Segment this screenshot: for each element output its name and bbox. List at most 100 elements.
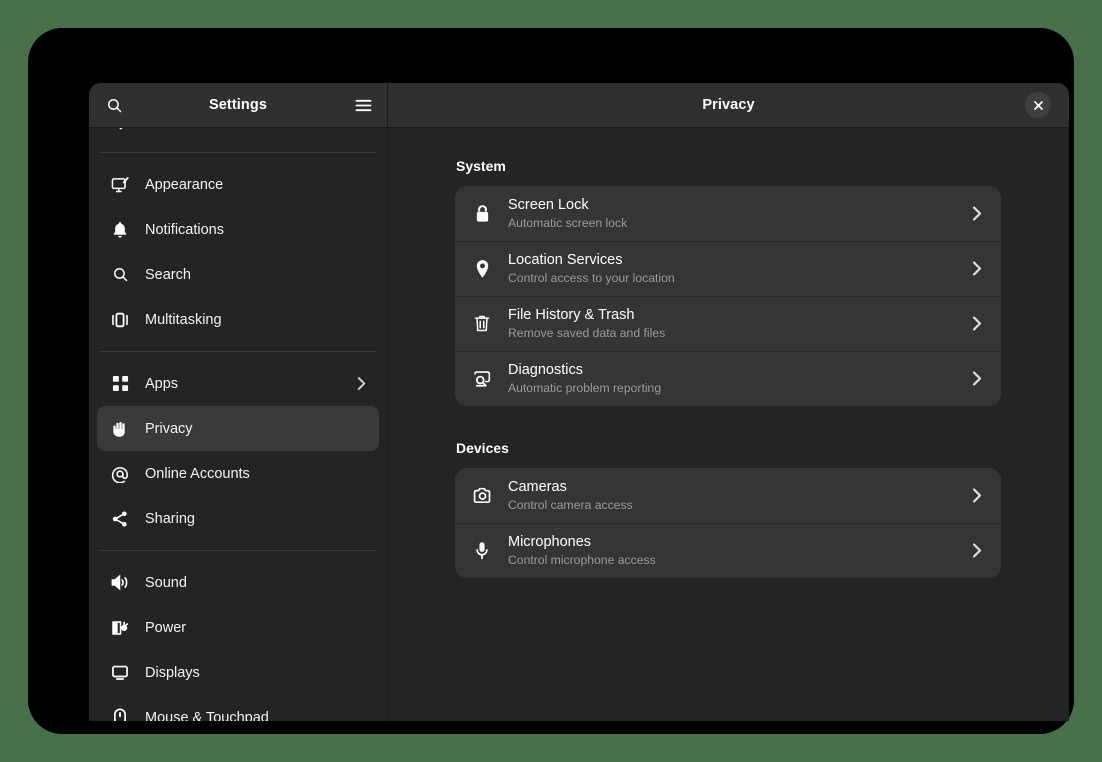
chevron-right-icon	[971, 314, 983, 333]
chevron-right-icon	[971, 369, 983, 388]
chevron-right-icon	[971, 204, 983, 223]
sidebar-item-label: Displays	[145, 665, 200, 681]
search-icon[interactable]	[99, 90, 129, 120]
row-title: Microphones	[508, 533, 971, 551]
row-text: Screen Lock Automatic screen lock	[508, 196, 971, 231]
sidebar-item-label: Appearance	[145, 177, 223, 193]
sidebar-item-label: Power	[145, 620, 186, 636]
bell-icon	[107, 221, 133, 239]
sidebar-item-sound[interactable]: Sound	[97, 560, 379, 605]
sidebar-item-sharing[interactable]: Sharing	[97, 496, 379, 541]
row-subtitle: Automatic problem reporting	[508, 380, 971, 396]
sidebar-item-notifications[interactable]: Notifications	[97, 207, 379, 252]
sidebar-item-apps[interactable]: Apps	[97, 361, 379, 406]
sidebar-item-online-accounts[interactable]: Online Accounts	[97, 451, 379, 496]
settings-window: Settings Privacy	[89, 83, 1069, 721]
row-location-services[interactable]: Location Services Control access to your…	[455, 241, 1001, 296]
desktop-frame: Settings Privacy	[28, 28, 1074, 734]
monitor-icon	[107, 664, 133, 681]
search-icon	[107, 266, 133, 283]
sidebar-separator	[99, 152, 377, 153]
sidebar-item-label: Apps	[145, 376, 178, 392]
location-pin-icon	[467, 259, 497, 278]
appearance-icon	[107, 176, 133, 194]
sidebar-item-label: Search	[145, 267, 191, 283]
sidebar: Bluetooth Appearan	[89, 128, 388, 721]
sidebar-item-label: Mouse & Touchpad	[145, 710, 269, 722]
row-subtitle: Remove saved data and files	[508, 325, 971, 341]
close-icon[interactable]	[1025, 92, 1051, 118]
chevron-right-icon	[971, 541, 983, 560]
sidebar-item-label: Bluetooth	[145, 128, 206, 129]
row-subtitle: Control camera access	[508, 497, 971, 513]
sidebar-item-displays[interactable]: Displays	[97, 650, 379, 695]
sidebar-item-bluetooth[interactable]: Bluetooth	[97, 128, 379, 143]
row-diagnostics[interactable]: Diagnostics Automatic problem reporting	[455, 351, 1001, 406]
settings-group-devices: Devices Cameras	[455, 440, 1001, 578]
battery-power-icon	[107, 619, 133, 637]
sidebar-item-label: Online Accounts	[145, 466, 250, 482]
chevron-right-icon	[971, 259, 983, 278]
sidebar-item-label: Sound	[145, 575, 187, 591]
mouse-icon	[107, 708, 133, 721]
grid-apps-icon	[107, 375, 133, 392]
row-text: File History & Trash Remove saved data a…	[508, 306, 971, 341]
row-subtitle: Control access to your location	[508, 270, 971, 286]
group-title: System	[455, 158, 1001, 174]
row-screen-lock[interactable]: Screen Lock Automatic screen lock	[455, 186, 1001, 241]
sidebar-scroll-area[interactable]: Bluetooth Appearan	[97, 128, 379, 721]
share-nodes-icon	[107, 510, 133, 528]
sidebar-item-label: Notifications	[145, 222, 224, 238]
row-title: Location Services	[508, 251, 971, 269]
sidebar-item-search[interactable]: Search	[97, 252, 379, 297]
row-title: Cameras	[508, 478, 971, 496]
sidebar-item-privacy[interactable]: Privacy	[97, 406, 379, 451]
sidebar-header: Settings	[89, 83, 388, 127]
row-cameras[interactable]: Cameras Control camera access	[455, 468, 1001, 523]
row-text: Microphones Control microphone access	[508, 533, 971, 568]
row-text: Diagnostics Automatic problem reporting	[508, 361, 971, 396]
at-sign-icon	[107, 465, 133, 483]
sidebar-separator	[99, 351, 377, 352]
sidebar-item-power[interactable]: Power	[97, 605, 379, 650]
microphone-icon	[467, 541, 497, 560]
sidebar-item-multitasking[interactable]: Multitasking	[97, 297, 379, 342]
row-title: Diagnostics	[508, 361, 971, 379]
settings-card: Screen Lock Automatic screen lock	[455, 186, 1001, 406]
multitasking-icon	[107, 311, 133, 329]
sidebar-item-mouse-touchpad[interactable]: Mouse & Touchpad	[97, 695, 379, 721]
row-microphones[interactable]: Microphones Control microphone access	[455, 523, 1001, 578]
lock-icon	[467, 204, 497, 223]
page-title: Privacy	[388, 97, 1069, 113]
chevron-right-icon	[356, 375, 367, 392]
header-bar: Settings Privacy	[89, 83, 1069, 128]
camera-icon	[467, 487, 497, 504]
settings-card: Cameras Control camera access	[455, 468, 1001, 578]
main-content: System Screen Lock	[388, 128, 1069, 721]
row-subtitle: Control microphone access	[508, 552, 971, 568]
hamburger-menu-icon[interactable]	[348, 90, 378, 120]
main-header: Privacy	[388, 83, 1069, 127]
row-title: File History & Trash	[508, 306, 971, 324]
speaker-icon	[107, 574, 133, 591]
row-title: Screen Lock	[508, 196, 971, 214]
bluetooth-icon	[107, 128, 133, 130]
sidebar-item-label: Multitasking	[145, 312, 222, 328]
settings-group-system: System Screen Lock	[455, 158, 1001, 406]
sidebar-item-label: Privacy	[145, 421, 193, 437]
content-inner: System Screen Lock	[455, 158, 1001, 578]
sidebar-item-label: Sharing	[145, 511, 195, 527]
row-file-history-trash[interactable]: File History & Trash Remove saved data a…	[455, 296, 1001, 351]
chevron-right-icon	[971, 486, 983, 505]
trash-icon	[467, 314, 497, 333]
row-text: Location Services Control access to your…	[508, 251, 971, 286]
group-title: Devices	[455, 440, 1001, 456]
hand-privacy-icon	[107, 420, 133, 438]
sidebar-separator	[99, 550, 377, 551]
row-subtitle: Automatic screen lock	[508, 215, 971, 231]
window-body: Bluetooth Appearan	[89, 128, 1069, 721]
sidebar-item-appearance[interactable]: Appearance	[97, 162, 379, 207]
sidebar-title: Settings	[89, 97, 387, 113]
diagnostics-icon	[467, 370, 497, 388]
row-text: Cameras Control camera access	[508, 478, 971, 513]
